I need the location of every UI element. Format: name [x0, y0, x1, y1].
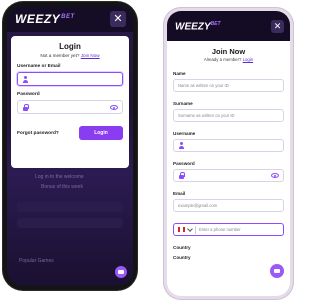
chevron-down-icon[interactable] [187, 225, 193, 232]
eye-icon[interactable] [271, 173, 279, 178]
lock-icon [22, 103, 29, 111]
login-modal: Login Not a member yet? Join Now Usernam… [11, 36, 129, 168]
country-label-secondary: Country [173, 255, 191, 260]
eye-icon[interactable] [110, 104, 118, 110]
email-input[interactable]: example@gmail.com [173, 199, 284, 212]
username-input[interactable] [17, 72, 123, 86]
phone-left: WEEZYBET ✕ Log in to the welcome Bonus o… [3, 2, 137, 290]
login-title: Login [59, 42, 81, 51]
lock-icon [178, 172, 185, 179]
username-label: Username or Email [17, 64, 61, 69]
join-now-link[interactable]: Join Now [81, 53, 100, 58]
login-actions: Forgot password? Login [17, 126, 123, 140]
divider [195, 225, 196, 234]
join-subtitle: Already a member? Login [203, 57, 254, 62]
join-form: Join Now Already a member? Login Name Na… [173, 41, 284, 260]
close-icon[interactable]: ✕ [110, 11, 126, 27]
surname-input[interactable]: Surname as written on your ID [173, 109, 284, 122]
brand-logo[interactable]: WEEZYBET [15, 12, 75, 26]
background-row [17, 202, 123, 212]
chat-icon[interactable] [115, 266, 127, 278]
user-icon [22, 75, 29, 83]
password-label: Password [17, 92, 40, 97]
username-input[interactable] [173, 139, 284, 152]
join-title: Join Now [211, 47, 246, 56]
password-label: Password [173, 161, 195, 166]
background-text: Log in to the welcome [35, 174, 84, 180]
surname-label: Surname [173, 101, 193, 106]
login-subtitle: Not a member yet? Join Now [40, 53, 100, 58]
phone-input[interactable]: Enter a phone number [173, 223, 284, 236]
name-label: Name [173, 71, 186, 76]
brand-logo[interactable]: WEEZYBET [175, 21, 221, 32]
phone-right: WEEZYBET ✕ Join Now Already a member? Lo… [163, 7, 294, 300]
country-label: Country [173, 245, 191, 250]
email-label: Email [173, 191, 186, 196]
username-label: Username [173, 131, 196, 136]
password-input[interactable] [173, 169, 284, 182]
stage: WEEZYBET ✕ Log in to the welcome Bonus o… [0, 0, 295, 300]
flag-icon [178, 227, 185, 232]
chat-icon[interactable] [270, 264, 284, 278]
close-icon[interactable]: ✕ [271, 20, 284, 33]
background-row [17, 218, 123, 228]
name-input[interactable]: Name as written on your ID [173, 79, 284, 92]
password-input[interactable] [17, 100, 123, 114]
app-header: WEEZYBET ✕ [167, 11, 290, 41]
user-icon [178, 142, 185, 149]
join-screen: WEEZYBET ✕ Join Now Already a member? Lo… [167, 11, 290, 296]
login-screen: WEEZYBET ✕ Log in to the welcome Bonus o… [7, 6, 133, 286]
app-header: WEEZYBET ✕ [7, 6, 133, 32]
login-link[interactable]: Login [243, 57, 254, 62]
login-button[interactable]: Login [79, 126, 123, 140]
background-text: Bonus of this week [41, 184, 83, 190]
forgot-password-link[interactable]: Forgot password? [17, 131, 59, 136]
background-text: Popular Games [19, 258, 54, 264]
